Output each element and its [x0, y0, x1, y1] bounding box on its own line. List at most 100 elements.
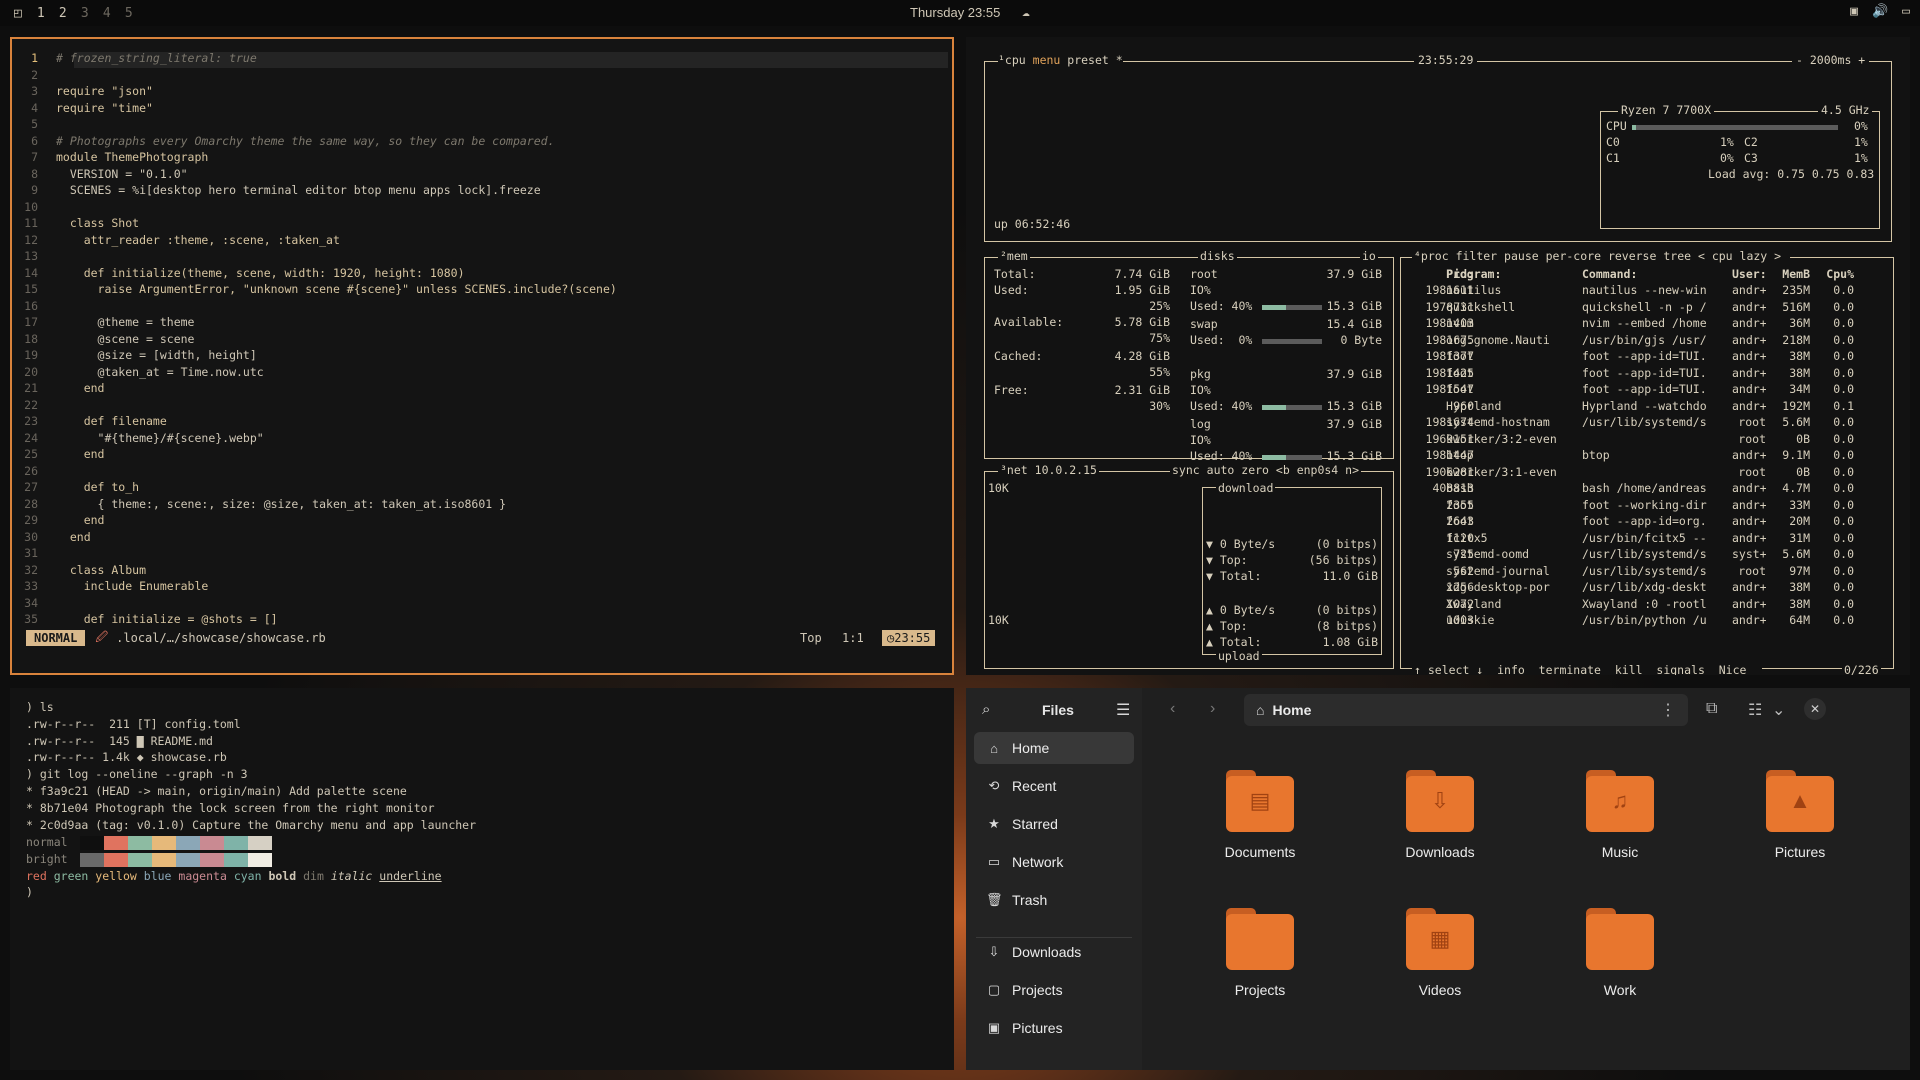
line-text[interactable]: end — [56, 447, 105, 464]
folder-pictures[interactable]: ▲ Pictures — [1740, 770, 1860, 890]
sidebar-item-home[interactable]: ⌂ Home — [974, 732, 1134, 764]
code-line[interactable]: 3 require "json" — [12, 84, 153, 101]
new-tab-icon[interactable]: ⧉ — [1706, 700, 1717, 718]
code-line[interactable]: 35 def initialize = @shots = [] — [12, 612, 277, 629]
proc-cell[interactable]: 38M — [1762, 366, 1810, 380]
proc-cell[interactable]: 0.0 — [1814, 613, 1854, 627]
proc-cell[interactable]: andr+ — [1732, 399, 1766, 413]
proc-cell[interactable]: /usr/bin/gjs /usr/ — [1582, 333, 1728, 347]
proc-cell[interactable]: org.gnome.Nauti — [1446, 333, 1576, 347]
proc-cell[interactable]: 9.1M — [1762, 448, 1810, 462]
line-text[interactable]: attr_reader :theme, :scene, :taken_at — [56, 233, 340, 250]
proc-cell[interactable]: 0.0 — [1814, 300, 1854, 314]
proc-tab[interactable]: ⁴proc — [1414, 249, 1449, 263]
code-line[interactable]: 11 class Shot — [12, 216, 139, 233]
net-zero[interactable]: zero — [1241, 463, 1269, 477]
proc-cell[interactable]: Hyprland --watchdo — [1582, 399, 1728, 413]
code-line[interactable]: 13 — [12, 249, 56, 266]
line-text[interactable]: require "json" — [56, 84, 153, 101]
line-text[interactable]: def to_h — [56, 480, 139, 497]
proc-cell[interactable]: nvim --embed /home — [1582, 316, 1728, 330]
line-text[interactable]: include Enumerable — [56, 579, 209, 596]
proc-cell[interactable]: foot --working-dir — [1582, 498, 1728, 512]
proc-cell[interactable]: andr+ — [1732, 300, 1766, 314]
code-line[interactable]: 1 # frozen_string_literal: true — [12, 51, 257, 68]
proc-cell[interactable]: nvim — [1446, 316, 1576, 330]
code-line[interactable]: 6 # Photographs every Omarchy theme the s… — [12, 134, 554, 151]
line-text[interactable]: @theme = theme — [56, 315, 195, 332]
proc-cell[interactable]: 0.0 — [1814, 531, 1854, 545]
hamburger-menu-icon[interactable]: ☰ — [1116, 700, 1130, 720]
proc-cell[interactable]: andr+ — [1732, 382, 1766, 396]
proc-cell[interactable]: andr+ — [1732, 580, 1766, 594]
proc-cell[interactable]: 36M — [1762, 316, 1810, 330]
folder-documents[interactable]: ▤ Documents — [1200, 770, 1320, 890]
line-text[interactable]: class Album — [56, 563, 146, 580]
proc-cell[interactable]: foot --app-id=org. — [1582, 514, 1728, 528]
proc-col-header[interactable]: MemB — [1762, 267, 1810, 281]
workspace-5[interactable]: 5 — [124, 6, 134, 21]
line-text[interactable]: @scene = scene — [56, 332, 195, 349]
proc-footer-action[interactable]: signals — [1656, 663, 1704, 675]
proc-cell[interactable]: 0.0 — [1814, 283, 1854, 297]
proc-cell[interactable]: 0.0 — [1814, 316, 1854, 330]
proc-cell[interactable]: 192M — [1762, 399, 1810, 413]
proc-footer-action[interactable]: Nice — [1719, 663, 1747, 675]
code-line[interactable]: 23 def filename — [12, 414, 167, 431]
sidebar-item-downloads[interactable]: ⇩ Downloads — [974, 936, 1134, 968]
proc-cell[interactable]: /usr/lib/systemd/s — [1582, 547, 1728, 561]
proc-cell[interactable]: 0.0 — [1814, 498, 1854, 512]
search-icon[interactable]: ⌕ — [982, 701, 990, 718]
proc-cell[interactable]: kworker/3:1-even — [1446, 465, 1576, 479]
io-toggle[interactable]: io — [1360, 249, 1378, 263]
line-text[interactable]: end — [56, 513, 105, 530]
proc-cell[interactable]: 0.0 — [1814, 564, 1854, 578]
location-menu-icon[interactable]: ⋮ — [1660, 700, 1676, 720]
proc-cell[interactable]: andr+ — [1732, 448, 1766, 462]
code-line[interactable]: 4 require "time" — [12, 101, 153, 118]
proc-cell[interactable]: root — [1732, 415, 1766, 429]
line-text[interactable]: { theme:, scene:, size: @size, taken_at:… — [56, 497, 507, 514]
volume-icon[interactable]: 🔊 — [1872, 4, 1888, 19]
line-text[interactable]: end — [56, 381, 105, 398]
proc-cell[interactable]: andr+ — [1732, 333, 1766, 347]
line-text[interactable]: raise ArgumentError, "unknown scene #{sc… — [56, 282, 617, 299]
proc-cell[interactable]: 0B — [1762, 465, 1810, 479]
line-text[interactable]: "#{theme}/#{scene}.webp" — [56, 431, 264, 448]
proc-tab[interactable]: per-core — [1546, 249, 1601, 263]
proc-cell[interactable]: /usr/lib/systemd/s — [1582, 415, 1728, 429]
proc-cell[interactable]: btop — [1582, 448, 1728, 462]
code-line[interactable]: 20 @taken_at = Time.now.utc — [12, 365, 264, 382]
update-interval[interactable]: - 2000ms + — [1792, 53, 1870, 67]
proc-tab[interactable]: < cpu lazy > — [1698, 249, 1781, 263]
proc-cell[interactable]: andr+ — [1732, 514, 1766, 528]
proc-footer-action[interactable]: kill — [1615, 663, 1643, 675]
proc-cell[interactable]: 0.0 — [1814, 432, 1854, 446]
proc-cell[interactable]: systemd-hostnam — [1446, 415, 1576, 429]
proc-cell[interactable]: 0.0 — [1814, 366, 1854, 380]
code-line[interactable]: 17 @theme = theme — [12, 315, 194, 332]
terminal-window[interactable]: ) ls .rw-r--r-- 211 [T] config.toml .rw-r-… — [10, 688, 954, 1070]
proc-cell[interactable]: 4.7M — [1762, 481, 1810, 495]
proc-cell[interactable]: 38M — [1762, 349, 1810, 363]
proc-cell[interactable]: udiskie — [1446, 613, 1576, 627]
line-text[interactable]: end — [56, 530, 91, 547]
editor-window[interactable]: 1 # frozen_string_literal: true 2 3 require … — [10, 37, 954, 675]
screen-record-icon[interactable]: ▣ — [1850, 4, 1858, 19]
folder-music[interactable]: ♫ Music — [1560, 770, 1680, 890]
proc-cell[interactable]: Xwayland :0 -rootl — [1582, 597, 1728, 611]
sidebar-item-projects[interactable]: ▢ Projects — [974, 974, 1134, 1006]
btop-window[interactable]: ¹cpu menu preset * 23:55:29 - 2000ms + R… — [966, 37, 1910, 675]
proc-footer-action[interactable]: ↑ select ↓ — [1414, 663, 1483, 675]
line-text[interactable]: # frozen_string_literal: true — [56, 51, 257, 68]
code-line[interactable]: 29 end — [12, 513, 104, 530]
proc-cell[interactable]: 218M — [1762, 333, 1810, 347]
line-text[interactable]: @size = [width, height] — [56, 348, 257, 365]
proc-cell[interactable]: 0.0 — [1814, 597, 1854, 611]
proc-cell[interactable]: systemd-oomd — [1446, 547, 1576, 561]
code-line[interactable]: 25 end — [12, 447, 104, 464]
proc-col-header[interactable]: User: — [1732, 267, 1767, 281]
proc-cell[interactable]: andr+ — [1732, 597, 1766, 611]
code-line[interactable]: 22 — [12, 398, 56, 415]
sidebar-item-trash[interactable]: 🗑 Trash — [974, 884, 1134, 916]
